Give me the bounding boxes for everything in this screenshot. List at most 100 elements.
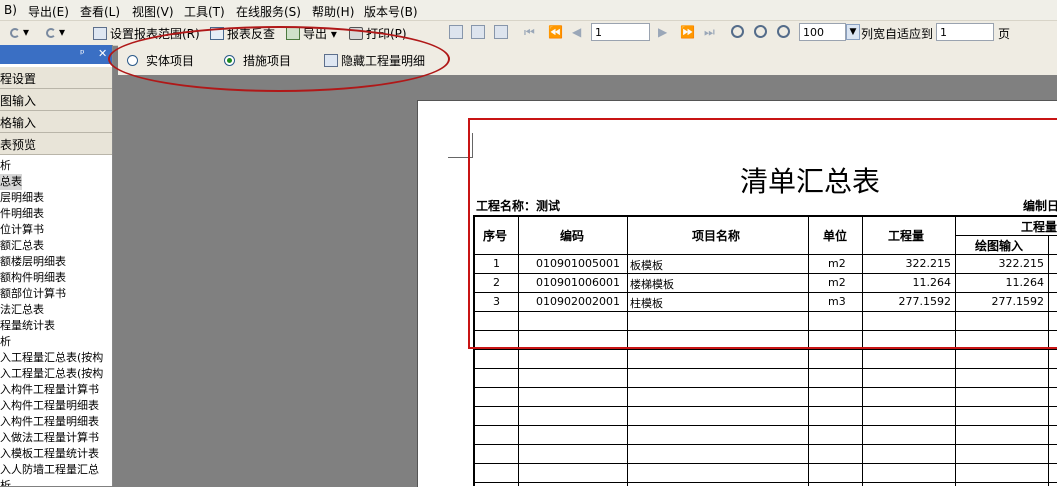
menu-export[interactable]: 导出(E) <box>28 3 69 20</box>
table-border <box>473 215 1057 217</box>
table-cell-unit: m2 <box>828 257 846 270</box>
measures-radio[interactable] <box>224 55 235 66</box>
undo-icon <box>10 28 20 38</box>
export-icon <box>286 27 300 40</box>
tab-report-preview[interactable]: 表预览 <box>0 133 112 155</box>
tab-drawing-input[interactable]: 图输入 <box>0 89 112 111</box>
menu-online-service[interactable]: 在线服务(S) <box>236 3 301 20</box>
list-item[interactable]: 析 <box>0 158 11 174</box>
list-item[interactable]: 法汇总表 <box>0 302 44 318</box>
table-line <box>955 235 1057 236</box>
last-page-icon[interactable]: ⏭ <box>704 25 715 40</box>
hide-detail-button[interactable]: 隐藏工程量明细 <box>324 52 425 69</box>
pin-icon[interactable]: ᵖ <box>80 47 85 60</box>
tab-project-settings[interactable]: 程设置 <box>0 67 112 89</box>
print-icon <box>349 27 363 40</box>
single-page-icon[interactable] <box>449 25 463 39</box>
header-quantity-group: 工程量 <box>1021 220 1057 234</box>
list-item[interactable]: 额部位计算书 <box>0 286 66 302</box>
list-item[interactable]: 入人防墙工程量汇总 <box>0 462 99 478</box>
list-item-selected[interactable]: 总表 <box>0 174 22 190</box>
list-item[interactable]: 析 <box>0 478 11 486</box>
list-item[interactable]: 入构件工程量明细表 <box>0 414 99 430</box>
list-item[interactable]: 额楼层明细表 <box>0 254 66 270</box>
list-item[interactable]: 入工程量汇总表(按构 <box>0 350 103 366</box>
table-line <box>473 349 1057 350</box>
double-page-icon[interactable] <box>471 25 485 39</box>
table-border <box>473 215 475 486</box>
table-line <box>473 425 1057 426</box>
entity-label[interactable]: 实体项目 <box>146 52 194 69</box>
zoom-input[interactable] <box>799 23 846 41</box>
range-icon <box>93 27 107 40</box>
list-item[interactable]: 入构件工程量明细表 <box>0 398 99 414</box>
list-item[interactable]: 入做法工程量计算书 <box>0 430 99 446</box>
table-cell-code: 010901006001 <box>536 276 620 289</box>
table-cell-name: 楼梯模板 <box>630 278 674 291</box>
entity-radio[interactable] <box>127 55 138 66</box>
fit-pages-input[interactable] <box>936 23 994 41</box>
page-unit-label: 页 <box>998 27 1011 41</box>
prev-page-icon[interactable]: ◀ <box>572 25 581 39</box>
list-item[interactable]: 位计算书 <box>0 222 44 238</box>
compile-date-label: 编制日 <box>1023 199 1057 213</box>
header-seq: 序号 <box>483 229 508 243</box>
table-cell-seq: 3 <box>493 295 500 308</box>
first-page-icon[interactable]: ⏮ <box>524 25 535 40</box>
table-cell-seq: 1 <box>493 257 500 270</box>
multi-page-icon[interactable] <box>494 25 508 39</box>
table-line <box>473 444 1057 445</box>
project-name-label: 工程名称：测试 <box>476 199 561 213</box>
menu-version[interactable]: 版本号(B) <box>364 3 418 20</box>
table-cell-draw: 11.264 <box>1005 276 1045 289</box>
table-line <box>862 215 863 486</box>
zoom-out-button[interactable] <box>754 25 770 39</box>
table-cell-draw: 277.1592 <box>991 295 1045 308</box>
prev-10-icon[interactable]: ⏪ <box>548 25 563 39</box>
table-cell-qty: 322.215 <box>905 257 952 270</box>
menu-item-prev[interactable]: B) <box>4 3 17 17</box>
table-cell-qty: 277.1592 <box>898 295 952 308</box>
list-item[interactable]: 入工程量汇总表(按构 <box>0 366 103 382</box>
set-range-button[interactable]: 设置报表范围(R) <box>93 25 200 42</box>
next-page-icon[interactable]: ▶ <box>658 25 667 39</box>
table-line <box>473 292 1057 293</box>
menu-bar: B) 导出(E) 查看(L) 视图(V) 工具(T) 在线服务(S) 帮助(H)… <box>0 0 1057 21</box>
menu-tools[interactable]: 工具(T) <box>184 3 225 20</box>
export-button[interactable]: 导出 ▾ <box>286 25 337 42</box>
tab-table-input[interactable]: 格输入 <box>0 111 112 133</box>
menu-help[interactable]: 帮助(H) <box>312 3 354 20</box>
header-unit: 单位 <box>823 229 848 243</box>
undo-button[interactable]: ▾ <box>10 25 29 39</box>
report-title: 清单汇总表 <box>740 165 881 198</box>
fit-width-label: 列宽自适应到 <box>861 27 934 41</box>
zoom-dropdown-chevron-down-icon[interactable]: ▼ <box>846 24 860 40</box>
next-10-icon[interactable]: ⏩ <box>680 25 695 39</box>
menu-view-l[interactable]: 查看(L) <box>80 3 120 20</box>
close-icon[interactable]: ✕ <box>98 47 107 60</box>
list-item[interactable]: 层明细表 <box>0 190 44 206</box>
crop-mark <box>472 133 473 158</box>
hide-detail-icon <box>324 54 338 67</box>
report-review-button[interactable]: 报表反查 <box>210 25 275 42</box>
table-line <box>1048 235 1049 486</box>
crop-mark <box>448 157 473 158</box>
list-item[interactable]: 入构件工程量计算书 <box>0 382 99 398</box>
list-item[interactable]: 析 <box>0 334 11 350</box>
list-item[interactable]: 额构件明细表 <box>0 270 66 286</box>
zoom-in-button[interactable] <box>731 25 747 39</box>
list-item[interactable]: 程量统计表 <box>0 318 55 334</box>
page-number-input[interactable] <box>591 23 650 41</box>
list-item[interactable]: 入模板工程量统计表 <box>0 446 99 462</box>
list-item[interactable]: 件明细表 <box>0 206 44 222</box>
panel-header: ᵖ ✕ <box>0 45 112 64</box>
table-cell-unit: m3 <box>828 295 846 308</box>
redo-button[interactable]: ▾ <box>46 25 65 39</box>
print-button[interactable]: 打印(P) <box>349 25 407 42</box>
measures-label[interactable]: 措施项目 <box>243 52 291 69</box>
table-line <box>473 482 1057 483</box>
list-item[interactable]: 额汇总表 <box>0 238 44 254</box>
zoom-button[interactable] <box>777 25 793 39</box>
menu-view-v[interactable]: 视图(V) <box>132 3 174 20</box>
table-cell-code: 010902002001 <box>536 295 620 308</box>
